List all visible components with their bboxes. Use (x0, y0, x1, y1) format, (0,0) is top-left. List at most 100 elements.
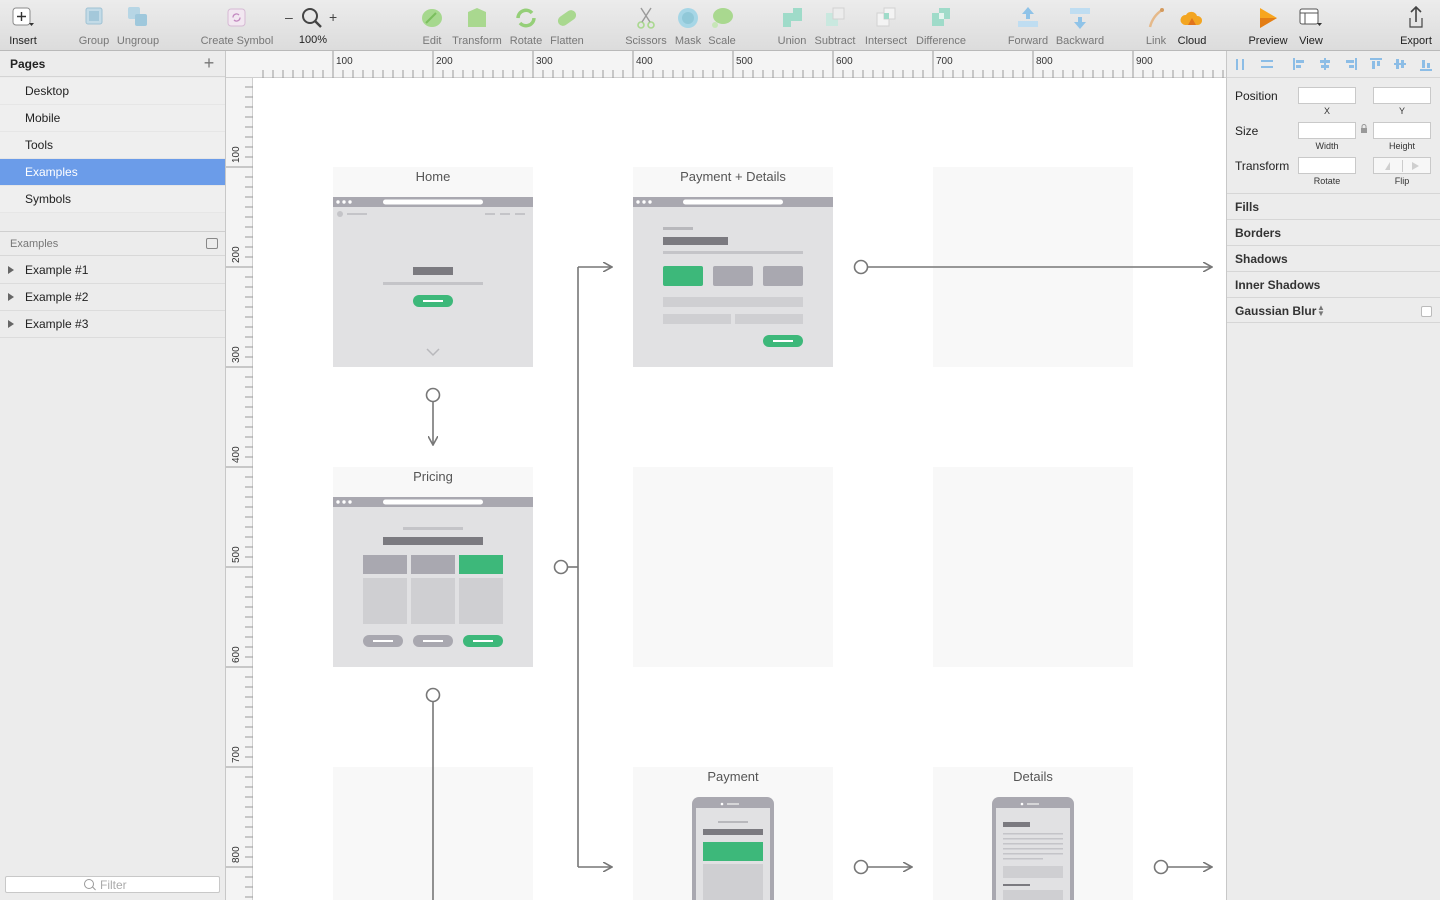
pricing-branch-link[interactable] (553, 267, 613, 867)
page-item-desktop[interactable]: Desktop (0, 78, 225, 105)
create-symbol-button[interactable]: Create Symbol (200, 4, 274, 48)
flip-vertical-icon[interactable] (1412, 162, 1419, 170)
align-center-icon[interactable] (1320, 58, 1330, 70)
artboard-pricing[interactable]: Pricing (333, 467, 533, 667)
union-button[interactable]: Union (776, 4, 808, 48)
cloud-button[interactable]: Cloud (1174, 4, 1210, 48)
zoom-control: – + 100% (285, 4, 341, 48)
preview-button[interactable]: Preview (1248, 4, 1288, 48)
home-to-pricing-link[interactable] (425, 387, 441, 446)
rotate-button[interactable]: Rotate (508, 4, 544, 48)
disclosure-triangle-icon[interactable] (8, 293, 14, 301)
pages-title: Pages (10, 57, 46, 71)
position-label: Position (1235, 89, 1278, 103)
artboard-payment-details[interactable]: Payment + Details (633, 167, 833, 367)
alignment-toolbar (1227, 51, 1440, 78)
horizontal-ruler[interactable]: 100 200 300 400 500 600 700 800 900 (226, 51, 1226, 78)
inner-shadows-section[interactable]: Inner Shadows (1227, 271, 1440, 297)
align-left-icon[interactable] (1293, 58, 1304, 70)
shadows-section[interactable]: Shadows (1227, 245, 1440, 271)
height-label: Height (1388, 141, 1415, 151)
zoom-level: 100% (298, 34, 328, 46)
position-x-field[interactable] (1298, 87, 1356, 104)
flatten-button[interactable]: Flatten (548, 4, 586, 48)
payment-to-details-link[interactable] (853, 859, 913, 875)
vertical-ruler[interactable]: 100 200 300 400 500 600 700 800 (226, 78, 253, 900)
width-field[interactable] (1298, 122, 1356, 139)
collapse-all-icon[interactable] (206, 238, 218, 249)
flip-horizontal-icon[interactable] (1385, 162, 1390, 170)
flip-control[interactable] (1373, 157, 1431, 174)
align-bottom-icon[interactable] (1420, 60, 1432, 71)
details-next-link[interactable] (1153, 859, 1213, 875)
ungroup-button[interactable]: Ungroup (116, 4, 160, 48)
difference-button[interactable]: Difference (914, 4, 968, 48)
forward-button[interactable]: Forward (1006, 4, 1050, 48)
ruler-label: 600 (836, 56, 853, 67)
distribute-horizontal-icon[interactable] (1236, 59, 1244, 70)
empty-artboard[interactable] (933, 467, 1133, 667)
rotate-label: Rotate (1313, 176, 1341, 186)
subtract-button[interactable]: Subtract (813, 4, 857, 48)
gaussian-blur-section[interactable]: Gaussian Blur (1227, 297, 1440, 323)
insert-plus-icon (12, 7, 34, 26)
borders-section[interactable]: Borders (1227, 219, 1440, 245)
transform-button[interactable]: Transform (451, 4, 503, 48)
mask-button[interactable]: Mask (673, 4, 703, 48)
ungroup-icon (128, 7, 147, 26)
artboard-payment[interactable]: Payment (633, 767, 833, 900)
layer-item-example-3[interactable]: Example #3 (0, 311, 225, 338)
fills-section[interactable]: Fills (1227, 193, 1440, 219)
artboard-details[interactable]: Details (933, 767, 1133, 900)
distribute-vertical-icon[interactable] (1261, 60, 1273, 68)
gaussian-blur-checkbox[interactable] (1421, 306, 1432, 317)
zoom-in-button[interactable]: + (329, 10, 339, 24)
lock-ratio-icon[interactable] (1360, 124, 1368, 133)
height-field[interactable] (1373, 122, 1431, 139)
transform-label: Transform (452, 35, 502, 47)
zoom-out-button[interactable]: – (285, 10, 295, 24)
group-icon (85, 7, 103, 25)
align-right-icon[interactable] (1346, 58, 1357, 70)
backward-button[interactable]: Backward (1055, 4, 1105, 48)
page-item-examples[interactable]: Examples (0, 159, 225, 186)
magnifier-icon[interactable] (300, 6, 324, 30)
layer-item-example-1[interactable]: Example #1 (0, 257, 225, 284)
design-canvas[interactable]: Home Payment + Details Pricing Payment D… (253, 78, 1226, 900)
intersect-label: Intersect (864, 35, 908, 47)
main-toolbar: Insert Group Ungroup Create Symbol – + 1… (0, 0, 1440, 51)
layer-item-example-2[interactable]: Example #2 (0, 284, 225, 311)
position-y-field[interactable] (1373, 87, 1431, 104)
subtract-label: Subtract (814, 35, 856, 47)
add-page-plus-icon[interactable]: + (201, 54, 217, 72)
scale-icon (712, 8, 733, 28)
link-button[interactable]: Link (1143, 4, 1169, 48)
insert-button[interactable]: Insert (6, 4, 40, 48)
export-button[interactable]: Export (1398, 4, 1434, 48)
blur-type-chevron-icon[interactable]: ▲ ▼ (1317, 304, 1325, 318)
page-item-tools[interactable]: Tools (0, 132, 225, 159)
page-item-mobile[interactable]: Mobile (0, 105, 225, 132)
view-button[interactable]: View (1294, 4, 1328, 48)
flatten-label: Flatten (550, 35, 584, 47)
group-button[interactable]: Group (77, 4, 111, 48)
filter-input[interactable]: Filter (5, 876, 220, 893)
rotate-label: Rotate (509, 35, 543, 47)
align-top-icon[interactable] (1370, 58, 1382, 69)
align-middle-icon[interactable] (1394, 59, 1406, 69)
ruler-label: 700 (936, 56, 953, 67)
disclosure-triangle-icon[interactable] (8, 320, 14, 328)
disclosure-triangle-icon[interactable] (8, 266, 14, 274)
scissors-button[interactable]: Scissors (625, 4, 667, 48)
edit-button[interactable]: Edit (418, 4, 446, 48)
pages-header: Pages + (0, 51, 225, 77)
layers-header: Examples (0, 231, 225, 256)
layer-item-label: Example #2 (25, 290, 89, 304)
rotate-field[interactable] (1298, 157, 1356, 174)
empty-artboard[interactable] (633, 467, 833, 667)
artboard-title-details: Details (1013, 769, 1053, 784)
scale-button[interactable]: Scale (707, 4, 737, 48)
page-item-symbols[interactable]: Symbols (0, 186, 225, 213)
artboard-home[interactable]: Home (333, 167, 533, 367)
intersect-button[interactable]: Intersect (863, 4, 909, 48)
